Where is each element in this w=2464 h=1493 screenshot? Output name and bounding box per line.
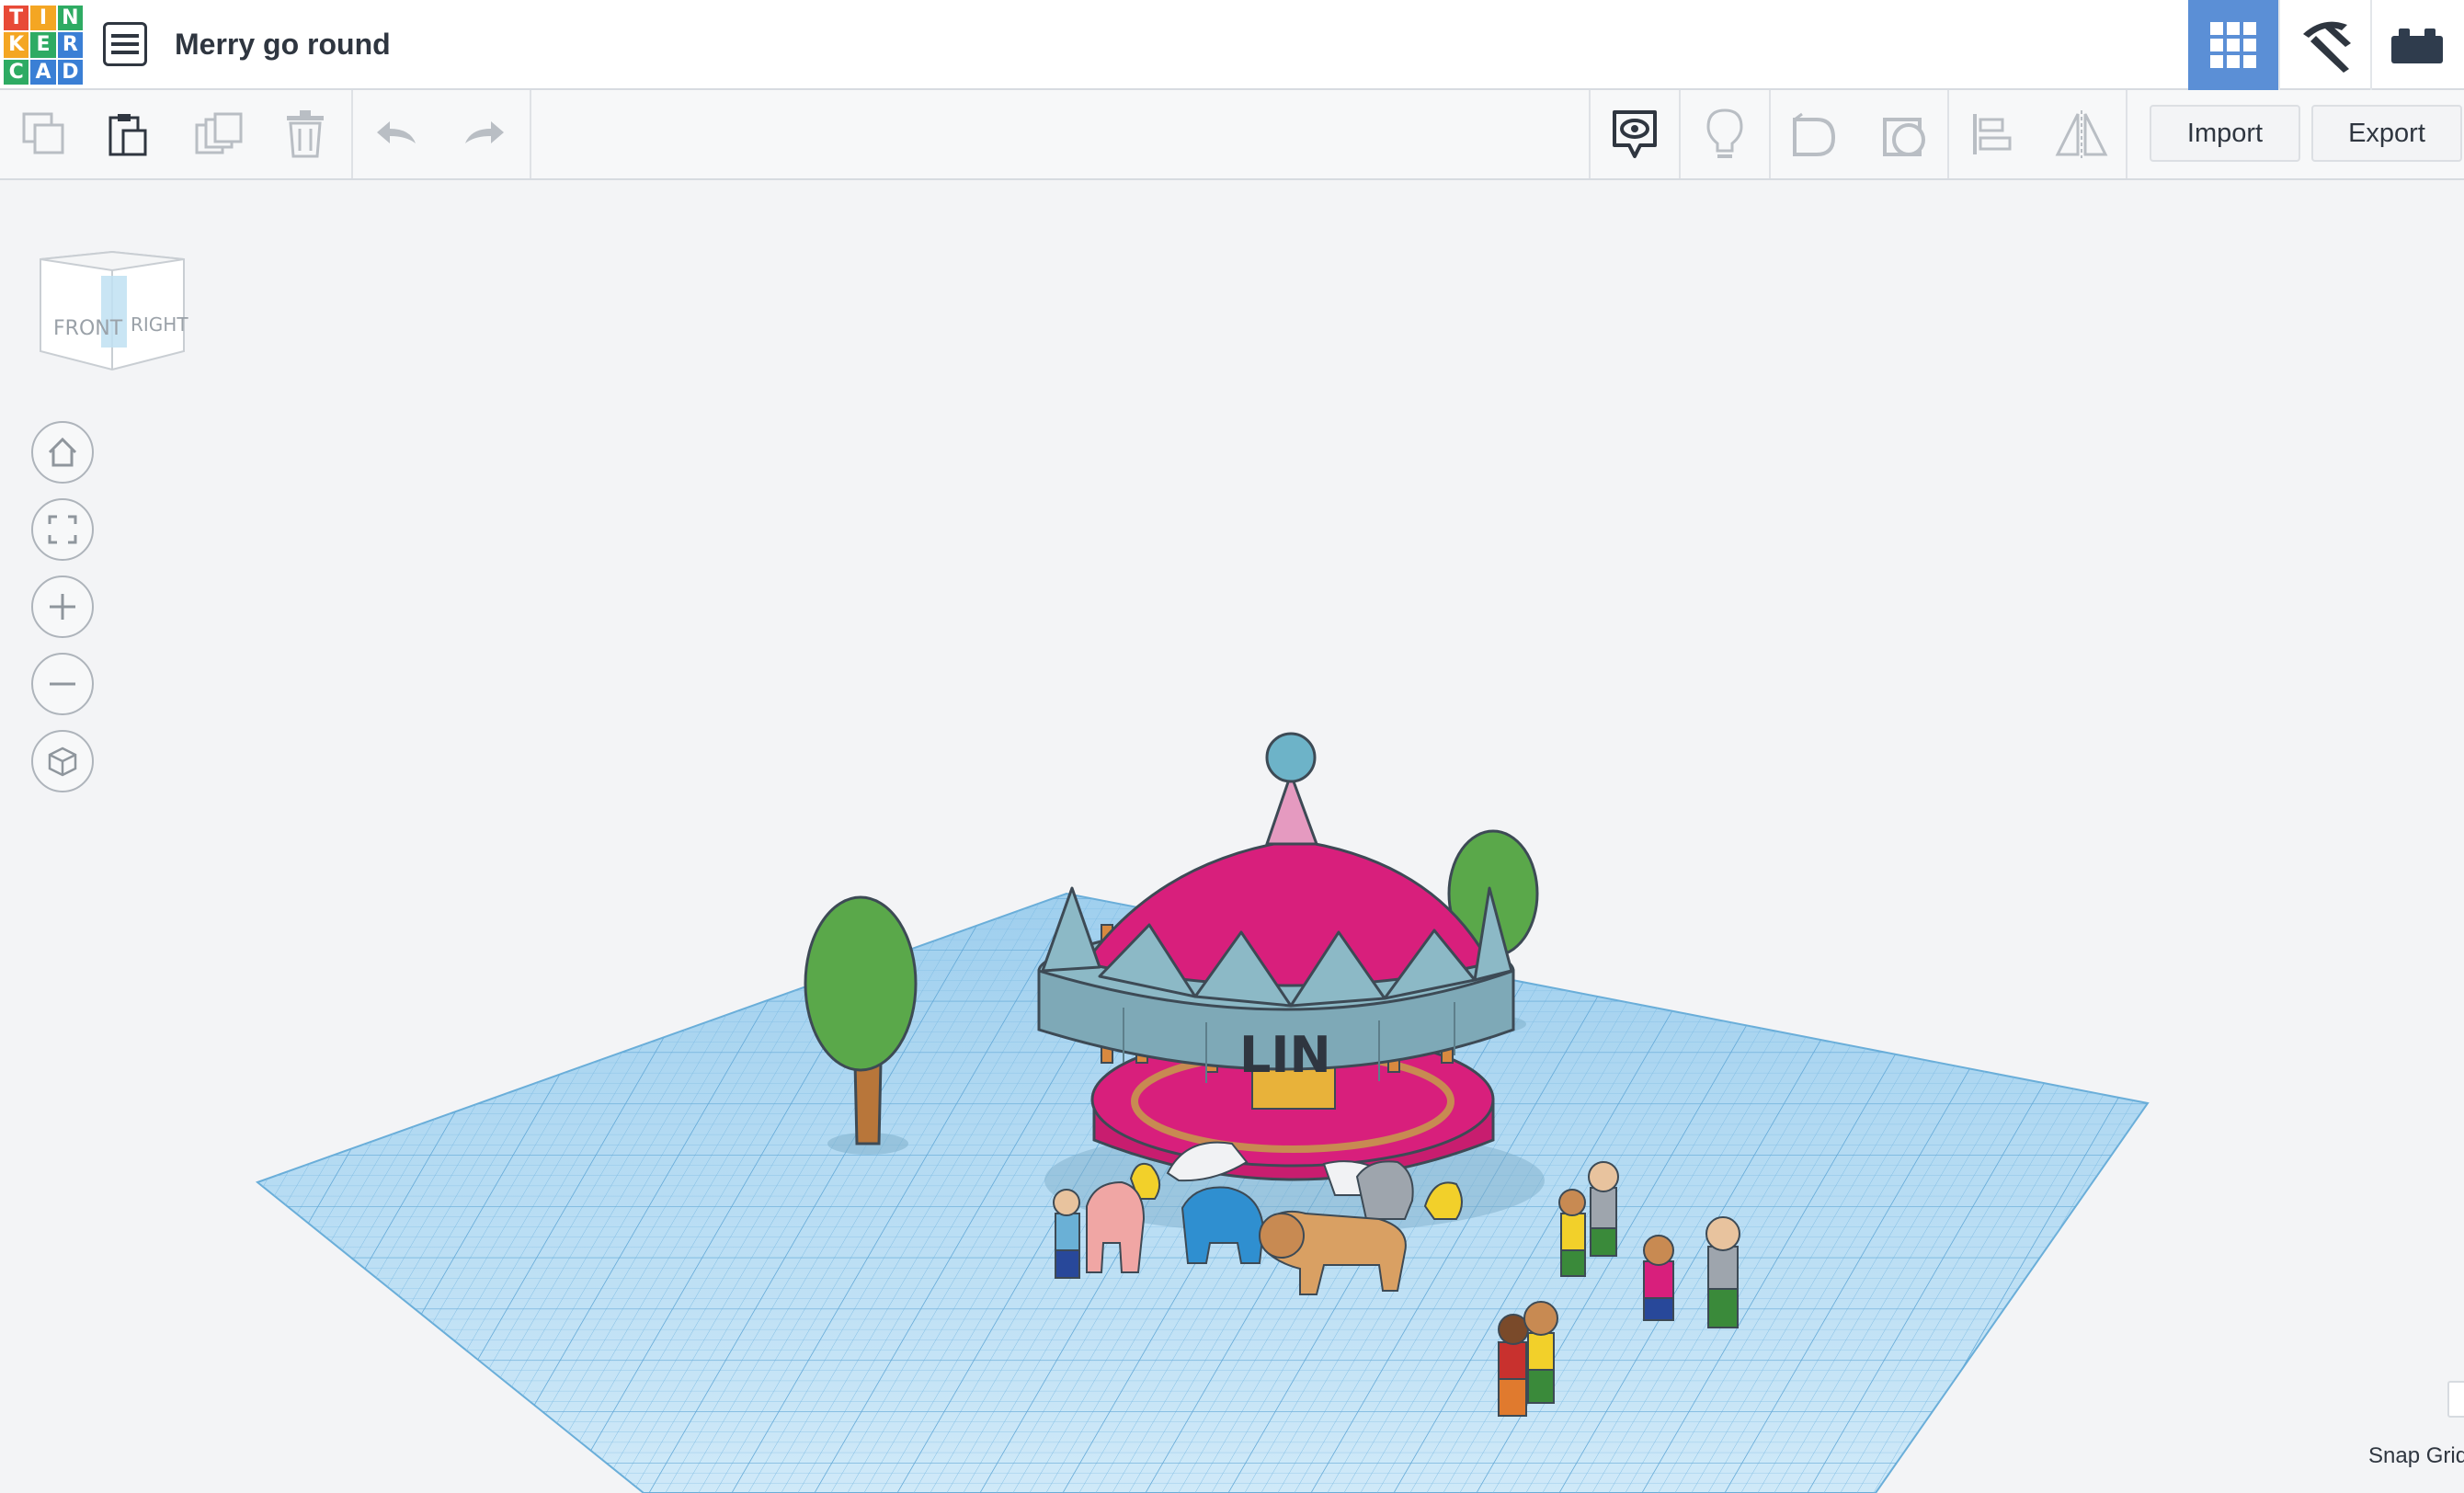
logo-letter: K (4, 32, 29, 58)
person-figure[interactable] (1498, 1314, 1529, 1417)
home-view-button[interactable] (31, 421, 94, 484)
zoom-in-button[interactable] (31, 576, 94, 638)
fit-all-button[interactable] (31, 498, 94, 561)
elephant-figure[interactable] (1355, 1160, 1414, 1220)
copy-icon (22, 112, 64, 154)
notes-button[interactable] (1591, 90, 1679, 178)
redo-button[interactable] (439, 90, 528, 178)
person-figure[interactable] (1643, 1235, 1674, 1321)
design-list-button[interactable] (103, 22, 147, 66)
workplane-scene[interactable]: LIN (0, 180, 2464, 1493)
person-figure[interactable] (1705, 1216, 1740, 1328)
align-button[interactable] (1949, 90, 2037, 178)
mode-3d-design-button[interactable] (2188, 0, 2278, 90)
solid-shape-icon (1793, 112, 1836, 156)
grid-icon (2210, 22, 2256, 68)
import-button[interactable]: Import (2150, 105, 2300, 162)
tinkercad-editor: T I N K E R C A D Merry go round Import … (0, 0, 2464, 1493)
design-title[interactable]: Merry go round (175, 28, 391, 62)
workspace[interactable]: LIN FRONT RIGHT Snap Grid (0, 180, 2464, 1493)
mirror-icon (2055, 110, 2108, 158)
carousel-sign-text: LIN (1239, 1026, 1331, 1084)
logo-letter: T (4, 6, 29, 31)
duplicate-icon (195, 112, 243, 154)
undo-button[interactable] (353, 90, 441, 178)
logo-letter: D (57, 59, 83, 85)
merry-go-round-model[interactable]: LIN (1037, 732, 1545, 1295)
logo-letter: E (30, 32, 56, 58)
mode-minecraft-button[interactable] (2280, 0, 2370, 90)
ortho-view-button[interactable] (31, 730, 94, 792)
brick-icon (2391, 28, 2443, 63)
title-bar: T I N K E R C A D Merry go round (0, 0, 2464, 90)
export-button[interactable]: Export (2311, 105, 2462, 162)
paste-button[interactable] (83, 90, 171, 178)
notes-icon (1613, 110, 1657, 158)
logo-letter: A (30, 59, 56, 85)
person-figure[interactable] (1053, 1189, 1080, 1279)
delete-icon (287, 110, 324, 158)
logo-letter: C (4, 59, 29, 85)
view-cube[interactable]: FRONT RIGHT (35, 234, 191, 381)
light-bulb-button[interactable] (1681, 90, 1769, 178)
view-cube-front-label: FRONT (53, 317, 123, 340)
snap-grid-label: Snap Grid (2368, 1443, 2464, 1468)
zoom-out-icon (50, 682, 75, 686)
fit-all-icon (48, 515, 77, 544)
view-cube-right-label: RIGHT (131, 313, 188, 336)
tinkercad-logo[interactable]: T I N K E R C A D (4, 6, 83, 85)
solid-button[interactable] (1771, 90, 1859, 178)
redo-icon (465, 121, 504, 143)
person-figure[interactable] (1523, 1301, 1558, 1404)
hole-button[interactable] (1861, 90, 1949, 178)
light-bulb-icon (1706, 108, 1743, 158)
person-figure[interactable] (1558, 1189, 1586, 1277)
align-icon (1973, 114, 2012, 154)
ortho-view-icon (48, 746, 77, 777)
duplicate-button[interactable] (175, 90, 263, 178)
zoom-in-icon (50, 594, 75, 620)
mirror-button[interactable] (2037, 90, 2126, 178)
pickaxe-icon (2303, 21, 2351, 73)
hole-shape-icon (1883, 118, 1925, 156)
delete-button[interactable] (261, 90, 349, 178)
paste-icon (108, 114, 147, 156)
edit-toolbar: Import Export (0, 90, 2464, 180)
logo-letter: R (57, 32, 83, 58)
logo-letter: I (30, 6, 56, 31)
person-figure[interactable] (1588, 1161, 1619, 1257)
zoom-out-button[interactable] (31, 653, 94, 715)
logo-letter: N (57, 6, 83, 31)
home-view-icon (48, 437, 77, 467)
mode-lego-button[interactable] (2372, 0, 2462, 90)
snap-grid-select[interactable] (2447, 1381, 2464, 1418)
undo-icon (377, 121, 416, 143)
copy-button[interactable] (0, 90, 88, 178)
